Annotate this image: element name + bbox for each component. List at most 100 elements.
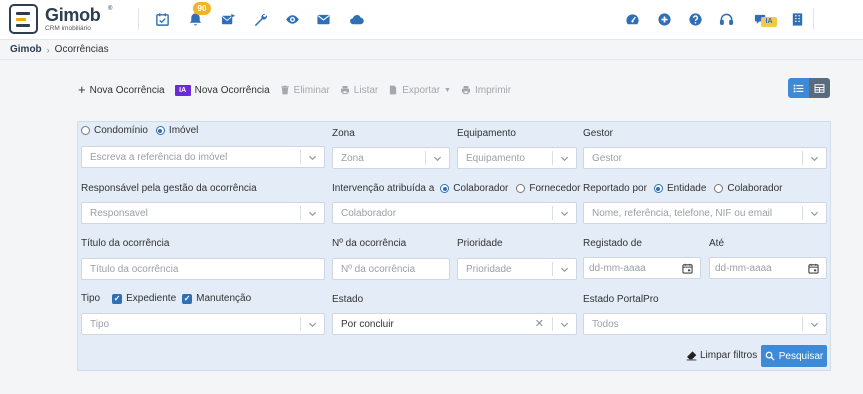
printer-icon bbox=[461, 85, 471, 95]
dashboard-icon[interactable] bbox=[623, 10, 641, 28]
search-label: Pesquisar bbox=[778, 350, 824, 362]
envelope-icon[interactable] bbox=[314, 10, 332, 28]
intervention-placeholder: Colaborador bbox=[341, 207, 397, 219]
list-button[interactable]: Listar bbox=[340, 85, 378, 96]
wrench-icon[interactable] bbox=[251, 10, 269, 28]
reported-by-select[interactable]: Nome, referência, telefone, NIF ou email bbox=[583, 202, 827, 224]
property-type-radios: Condomínio Imóvel bbox=[81, 125, 198, 136]
manager-placeholder: Gestor bbox=[592, 152, 623, 164]
radio-condominio[interactable] bbox=[81, 126, 90, 135]
radio-intervention-colaborador-label: Colaborador bbox=[453, 183, 509, 194]
property-reference-placeholder: Escreva a referência do imóvel bbox=[90, 151, 228, 163]
plus-circle-icon[interactable] bbox=[655, 10, 673, 28]
title-input[interactable]: Título da ocorrência bbox=[81, 258, 325, 280]
state-select[interactable]: Por concluir ✕ bbox=[332, 313, 577, 335]
print-button[interactable]: Imprimir bbox=[461, 85, 511, 96]
calendar-check-icon[interactable] bbox=[153, 10, 171, 28]
chevron-down-icon bbox=[300, 206, 324, 220]
portal-state-placeholder: Todos bbox=[592, 318, 619, 330]
chevron-down-icon bbox=[802, 206, 826, 220]
checkbox-manutencao[interactable]: ✓ bbox=[182, 293, 193, 304]
trash-icon bbox=[280, 85, 289, 95]
registered-from-label: Registado de bbox=[583, 238, 642, 249]
list-view-button[interactable] bbox=[788, 78, 809, 98]
notification-badge: 90 bbox=[193, 2, 211, 15]
reported-by-label: Reportado por bbox=[583, 183, 647, 194]
chevron-down-icon bbox=[802, 151, 826, 165]
list-label: Listar bbox=[353, 84, 379, 96]
breadcrumb-root[interactable]: Gimob bbox=[10, 44, 42, 55]
building-icon[interactable] bbox=[788, 10, 806, 28]
table-view-button[interactable] bbox=[809, 78, 830, 98]
zone-label: Zona bbox=[332, 128, 355, 139]
headset-icon[interactable] bbox=[717, 10, 735, 28]
registered-to-placeholder: dd-mm-aaaa bbox=[715, 262, 772, 274]
list-icon bbox=[793, 84, 804, 92]
intervention-select[interactable]: Colaborador bbox=[332, 202, 577, 224]
chevron-down-icon bbox=[552, 151, 576, 165]
chevron-down-icon bbox=[425, 151, 449, 165]
logo-registered-mark: ® bbox=[108, 6, 113, 12]
clear-icon[interactable]: ✕ bbox=[535, 317, 544, 331]
equipment-select[interactable]: Equipamento bbox=[457, 147, 577, 169]
breadcrumb-current: Ocorrências bbox=[54, 44, 109, 55]
intervention-label: Intervenção atribuída a bbox=[332, 183, 435, 194]
search-button[interactable]: Pesquisar bbox=[761, 345, 827, 367]
ia-tag: IA bbox=[174, 84, 191, 96]
new-occurrence-ia-button[interactable]: IA Nova Ocorrência bbox=[174, 84, 270, 96]
type-group: Tipo ✓ Expediente ✓ Manutenção bbox=[81, 293, 251, 304]
reported-by-placeholder: Nome, referência, telefone, NIF ou email bbox=[592, 207, 773, 219]
app-logo[interactable]: Gimob ® CRM imobiliário bbox=[9, 4, 116, 34]
registered-from-placeholder: dd-mm-aaaa bbox=[589, 262, 646, 274]
intervention-group: Intervenção atribuída a Colaborador Forn… bbox=[332, 183, 580, 194]
number-label: Nº da ocorrência bbox=[332, 238, 407, 249]
radio-reported-colaborador[interactable] bbox=[714, 184, 724, 193]
eraser-icon bbox=[686, 351, 697, 361]
mail-send-icon[interactable] bbox=[219, 10, 237, 28]
checkbox-expediente[interactable]: ✓ bbox=[112, 293, 123, 304]
radio-intervention-fornecedor[interactable] bbox=[516, 184, 526, 193]
breadcrumb: Gimob › Ocorrências bbox=[10, 44, 109, 55]
type-select[interactable]: Tipo bbox=[81, 313, 325, 335]
calendar-icon[interactable] bbox=[808, 263, 819, 274]
property-reference-select[interactable]: Escreva a referência do imóvel bbox=[81, 146, 325, 168]
divider bbox=[813, 8, 814, 30]
manager-label: Gestor bbox=[583, 128, 614, 139]
number-placeholder: Nº da ocorrência bbox=[341, 263, 416, 275]
registered-from-date[interactable]: dd-mm-aaaa bbox=[583, 257, 701, 279]
radio-intervention-colaborador[interactable] bbox=[440, 184, 450, 193]
caret-down-icon: ▼ bbox=[444, 86, 451, 94]
chevron-down-icon bbox=[552, 262, 576, 276]
new-occurrence-label: Nova Ocorrência bbox=[89, 84, 165, 96]
radio-reported-colaborador-label: Colaborador bbox=[727, 183, 783, 194]
zone-select[interactable]: Zona bbox=[332, 147, 450, 169]
responsible-select[interactable]: Responsavel bbox=[81, 202, 325, 224]
search-icon bbox=[765, 351, 775, 361]
registered-to-date[interactable]: dd-mm-aaaa bbox=[709, 257, 827, 279]
number-input[interactable]: Nº da ocorrência bbox=[332, 258, 450, 280]
clear-filters-button[interactable]: Limpar filtros bbox=[686, 350, 757, 361]
title-placeholder: Título da ocorrência bbox=[90, 263, 179, 275]
portal-state-select[interactable]: Todos bbox=[583, 313, 827, 335]
manager-select[interactable]: Gestor bbox=[583, 147, 827, 169]
cloud-icon[interactable] bbox=[347, 10, 365, 28]
reported-by-group: Reportado por Entidade Colaborador bbox=[583, 183, 782, 194]
new-occurrence-button[interactable]: + Nova Ocorrência bbox=[78, 83, 165, 96]
chevron-down-icon bbox=[552, 317, 576, 331]
priority-select[interactable]: Prioridade bbox=[457, 258, 577, 280]
delete-button[interactable]: Eliminar bbox=[280, 85, 330, 96]
print-label: Imprimir bbox=[474, 84, 512, 96]
radio-imovel[interactable] bbox=[155, 126, 165, 135]
state-value: Por concluir bbox=[341, 318, 394, 330]
help-icon[interactable] bbox=[686, 10, 704, 28]
action-toolbar: + Nova Ocorrência IA Nova Ocorrência Eli… bbox=[78, 82, 521, 98]
checkbox-expediente-label: Expediente bbox=[126, 293, 177, 304]
radio-condominio-label: Condomínio bbox=[94, 125, 148, 136]
chevron-right-icon: › bbox=[46, 44, 50, 55]
responsible-placeholder: Responsavel bbox=[90, 207, 148, 219]
chevron-down-icon bbox=[300, 317, 324, 331]
export-button[interactable]: Exportar ▼ bbox=[388, 85, 451, 96]
calendar-icon[interactable] bbox=[682, 263, 693, 274]
eye-icon[interactable] bbox=[283, 10, 301, 28]
radio-reported-entidade[interactable] bbox=[653, 184, 663, 193]
